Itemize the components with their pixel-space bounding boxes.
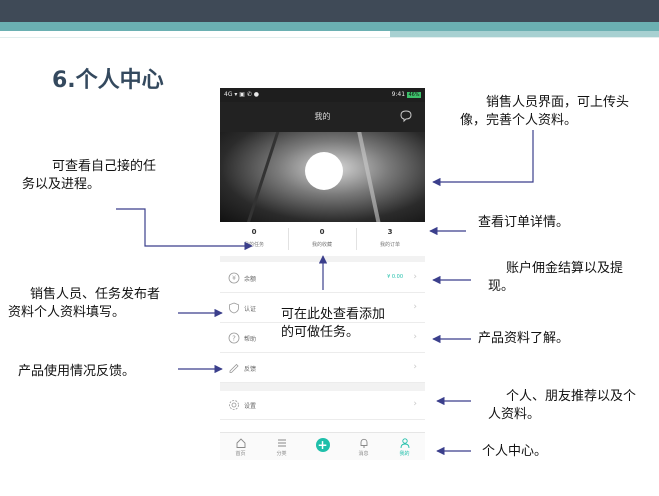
note-task-progress: 可查看自己接的任务以及进程。	[22, 159, 157, 192]
note-commission: 账户佣金结算以及提现。	[488, 261, 624, 294]
note-usage-feedback: 产品使用情况反馈。	[18, 364, 136, 379]
note-order-detail: 查看订单详情。	[478, 215, 570, 230]
note-profile-upload: 销售人员界面，可上传头像，完善个人资料。	[460, 95, 630, 128]
note-product-info: 产品资料了解。	[478, 331, 570, 346]
note-personal-center: 个人中心。	[482, 444, 548, 459]
note-seller-info: 销售人员、任务发布者资料个人资料填写。	[8, 287, 161, 320]
slide: 6.个人中心 4G ▾ ▣ ✆ ● 9:41 46% 我的 0 我的任务 0 我…	[0, 0, 659, 496]
note-favorites: 可在此处查看添加的可做任务。	[281, 307, 386, 340]
note-recommend: 个人、朋友推荐以及个人资料。	[488, 389, 637, 422]
